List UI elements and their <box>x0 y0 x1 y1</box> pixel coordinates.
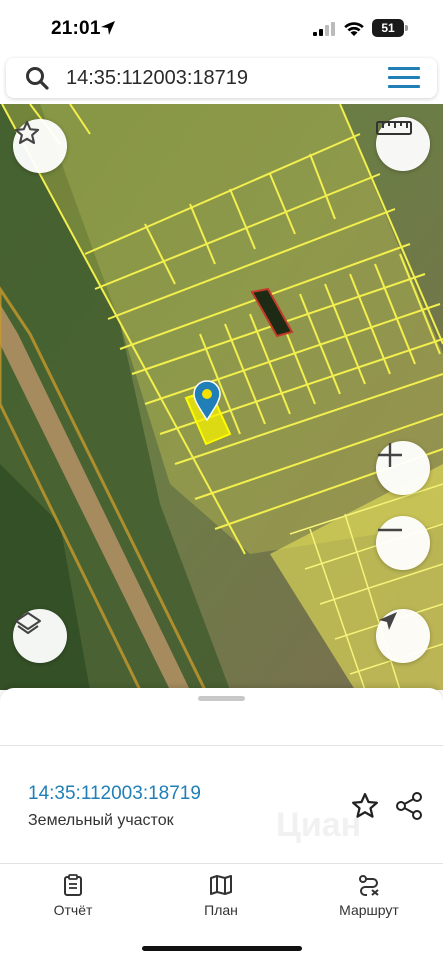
search-input[interactable]: 14:35:112003:18719 <box>66 67 248 90</box>
search-icon[interactable] <box>24 65 50 91</box>
tab-report[interactable]: Отчёт <box>18 874 128 926</box>
menu-line <box>388 67 420 70</box>
menu-line <box>388 76 420 79</box>
cadastral-map[interactable] <box>0 104 443 690</box>
ruler-button[interactable] <box>376 117 430 171</box>
battery-tip <box>405 25 408 31</box>
my-location-button[interactable] <box>376 609 430 663</box>
tab-route-label: Маршрут <box>339 902 399 918</box>
zoom-in-icon <box>378 443 402 467</box>
sheet-drag-handle[interactable] <box>198 696 245 701</box>
ruler-icon <box>376 121 412 135</box>
zoom-out-icon <box>378 528 402 532</box>
location-arrow-icon <box>101 21 115 35</box>
route-icon <box>359 875 379 896</box>
layers-icon <box>15 612 41 634</box>
share-icon[interactable] <box>394 791 424 821</box>
zoom-in-button[interactable] <box>376 441 430 495</box>
status-time: 21:01 <box>51 18 101 39</box>
divider <box>0 863 443 864</box>
watermark: Циан <box>276 806 362 844</box>
favorite-star-icon[interactable] <box>350 791 380 821</box>
tab-route[interactable]: Маршрут <box>314 874 424 926</box>
favorite-map-button[interactable] <box>13 119 67 173</box>
report-icon <box>64 874 82 896</box>
cellular-signal-icon <box>313 22 335 36</box>
parcel-bottom-sheet[interactable]: Циан 14:35:112003:18719 Земельный участо… <box>0 688 443 960</box>
divider <box>0 745 443 746</box>
tab-plan-label: План <box>204 902 238 918</box>
tab-report-label: Отчёт <box>53 902 93 918</box>
menu-line <box>388 85 420 88</box>
home-indicator[interactable] <box>142 946 302 951</box>
map-icon <box>210 875 232 895</box>
search-bar[interactable]: 14:35:112003:18719 <box>6 58 437 98</box>
layers-button[interactable] <box>13 609 67 663</box>
status-bar: 21:01 51 <box>0 0 443 56</box>
parcel-type-label: Земельный участок <box>28 812 174 829</box>
parcel-number-link[interactable]: 14:35:112003:18719 <box>28 783 201 805</box>
wifi-icon <box>344 22 364 36</box>
star-icon <box>14 120 40 144</box>
zoom-out-button[interactable] <box>376 516 430 570</box>
hamburger-menu-icon[interactable] <box>388 67 420 89</box>
satellite-map-view[interactable] <box>0 104 443 690</box>
battery-icon: 51 <box>372 19 404 37</box>
navigation-arrow-icon <box>379 612 397 630</box>
tab-plan[interactable]: План <box>166 874 276 926</box>
